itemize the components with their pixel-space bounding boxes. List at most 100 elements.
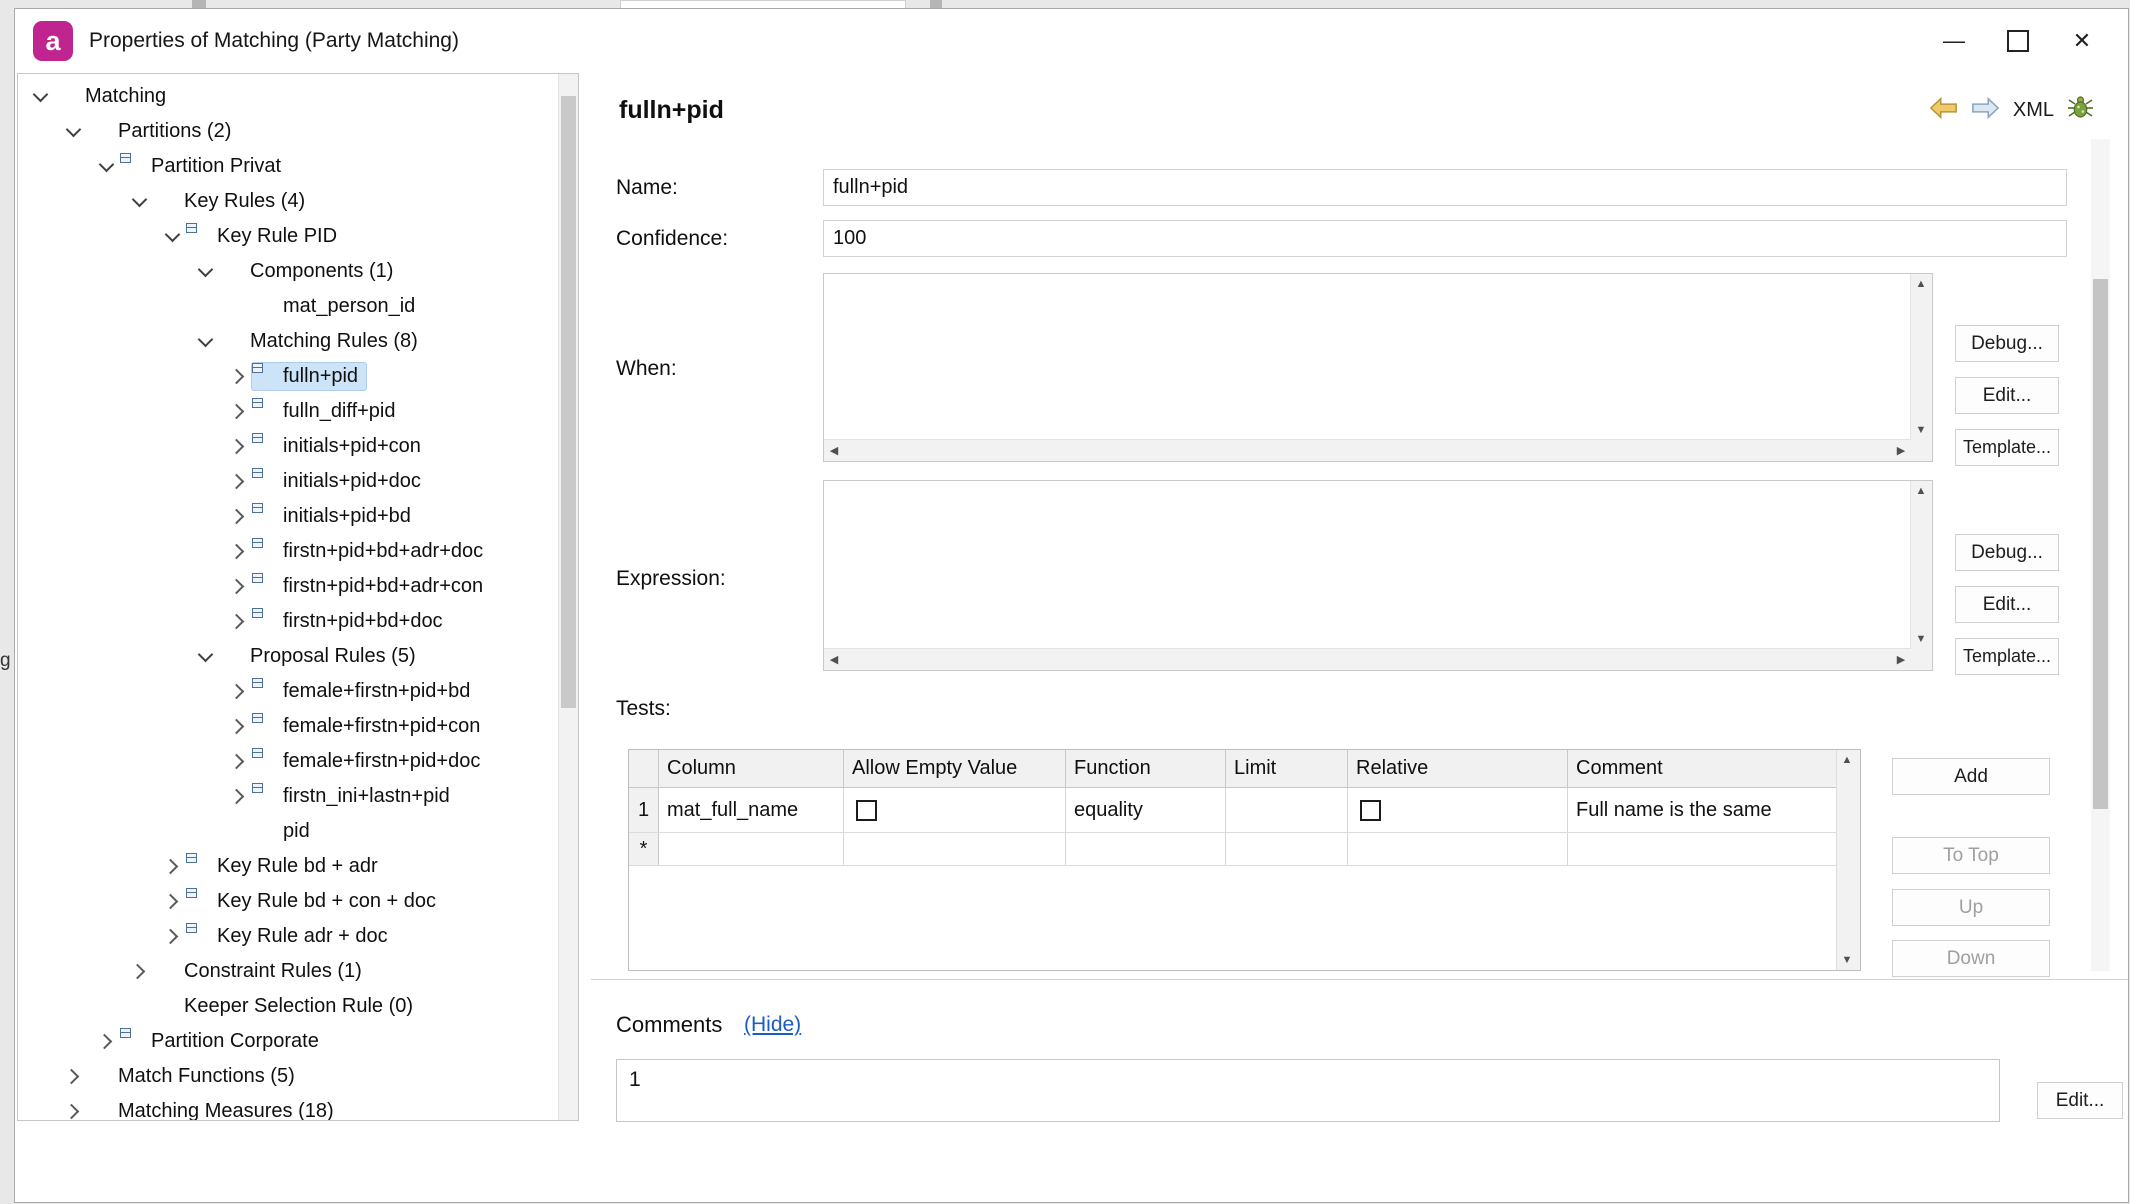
when-vertical-scrollbar[interactable]: ▲ ▼ — [1910, 274, 1932, 440]
tree-item[interactable]: Key Rules (4) — [18, 184, 558, 219]
chevron-right-icon[interactable] — [125, 958, 153, 986]
name-input[interactable] — [823, 169, 2067, 206]
down-button[interactable]: Down — [1892, 940, 2050, 977]
debug-bug-icon[interactable] — [2067, 95, 2094, 126]
chevron-right-icon[interactable] — [158, 853, 186, 881]
tree-item[interactable]: initials+pid+bd — [18, 499, 558, 534]
chevron-down-icon[interactable] — [191, 643, 219, 671]
tree-item[interactable]: Key Rule bd + con + doc — [18, 884, 558, 919]
back-arrow-icon[interactable] — [1929, 97, 1958, 124]
tree-item[interactable]: Proposal Rules (5) — [18, 639, 558, 674]
scroll-down-icon[interactable]: ▼ — [1911, 629, 1931, 649]
maximize-button[interactable] — [1986, 9, 2050, 73]
scroll-up-icon[interactable]: ▲ — [1837, 750, 1857, 770]
table-cell[interactable]: * — [629, 833, 659, 865]
expression-textarea[interactable]: ▲ ▼ ◀ ▶ — [823, 480, 1933, 671]
tree-item[interactable]: Key Rule adr + doc — [18, 919, 558, 954]
xml-view-button[interactable]: XML — [2013, 99, 2054, 122]
tree-item[interactable]: Partitions (2) — [18, 114, 558, 149]
chevron-down-icon[interactable] — [191, 258, 219, 286]
chevron-down-icon[interactable] — [158, 223, 186, 251]
tree-item[interactable]: Matching Rules (8) — [18, 324, 558, 359]
table-row[interactable]: 1mat_full_name equality Full name is the s… — [629, 788, 1837, 833]
tree-item[interactable]: female+firstn+pid+con — [18, 709, 558, 744]
chevron-down-icon[interactable] — [26, 83, 54, 111]
tree-item[interactable]: Partition Privat — [18, 149, 558, 184]
when-textarea[interactable]: ▲ ▼ ◀ ▶ — [823, 273, 1933, 462]
scroll-right-icon[interactable]: ▶ — [1891, 440, 1911, 460]
table-cell[interactable]: Full name is the same — [1568, 788, 1837, 832]
tree-vertical-scrollbar[interactable] — [558, 74, 578, 1120]
minimize-button[interactable]: — — [1922, 9, 1986, 73]
scroll-left-icon[interactable]: ◀ — [824, 440, 844, 460]
tree-item[interactable]: Partition Corporate — [18, 1024, 558, 1059]
tree-item[interactable]: firstn+pid+bd+adr+con — [18, 569, 558, 604]
tree-scrollbar-thumb[interactable] — [561, 96, 576, 708]
tree-item[interactable]: Matching — [18, 79, 558, 114]
when-debug-button[interactable]: Debug... — [1955, 325, 2059, 362]
table-cell[interactable] — [1568, 833, 1837, 865]
chevron-right-icon[interactable] — [224, 363, 252, 391]
chevron-right-icon[interactable] — [224, 608, 252, 636]
up-button[interactable]: Up — [1892, 889, 2050, 926]
comments-hide-link[interactable]: (Hide) — [744, 1013, 801, 1037]
chevron-right-icon[interactable] — [224, 713, 252, 741]
chevron-right-icon[interactable] — [59, 1098, 87, 1122]
expression-edit-button[interactable]: Edit... — [1955, 586, 2059, 623]
add-test-button[interactable]: Add — [1892, 758, 2050, 795]
tree-item[interactable]: Key Rule bd + adr — [18, 849, 558, 884]
table-cell[interactable] — [1226, 833, 1348, 865]
expression-vertical-scrollbar[interactable]: ▲ ▼ — [1910, 481, 1932, 649]
close-button[interactable]: ✕ — [2050, 9, 2114, 73]
chevron-right-icon[interactable] — [224, 538, 252, 566]
chevron-right-icon[interactable] — [224, 783, 252, 811]
tree-item[interactable]: firstn+pid+bd+adr+doc — [18, 534, 558, 569]
tree-item[interactable]: pid — [18, 814, 558, 849]
checkbox-cell[interactable] — [844, 833, 1066, 865]
tree-item[interactable]: initials+pid+doc — [18, 464, 558, 499]
tree-item[interactable]: Constraint Rules (1) — [18, 954, 558, 989]
tests-vertical-scrollbar[interactable]: ▲ ▼ — [1836, 750, 1860, 970]
comments-edit-button[interactable]: Edit... — [2037, 1082, 2123, 1119]
tree-item[interactable]: firstn+pid+bd+doc — [18, 604, 558, 639]
chevron-right-icon[interactable] — [224, 503, 252, 531]
checkbox-cell[interactable] — [1348, 788, 1568, 832]
confidence-input[interactable] — [823, 220, 2067, 257]
when-edit-button[interactable]: Edit... — [1955, 377, 2059, 414]
tree-item[interactable]: initials+pid+con — [18, 429, 558, 464]
tree-item[interactable]: firstn_ini+lastn+pid — [18, 779, 558, 814]
scroll-left-icon[interactable]: ◀ — [824, 649, 844, 669]
scroll-up-icon[interactable]: ▲ — [1911, 274, 1931, 294]
table-cell[interactable] — [659, 833, 844, 865]
expression-debug-button[interactable]: Debug... — [1955, 534, 2059, 571]
chevron-right-icon[interactable] — [224, 433, 252, 461]
table-row[interactable]: * — [629, 833, 1837, 866]
to-top-button[interactable]: To Top — [1892, 837, 2050, 874]
when-horizontal-scrollbar[interactable]: ◀ ▶ — [824, 439, 1911, 461]
chevron-right-icon[interactable] — [224, 398, 252, 426]
table-cell[interactable] — [1066, 833, 1226, 865]
when-template-button[interactable]: Template... — [1955, 429, 2059, 466]
table-cell[interactable] — [1226, 788, 1348, 832]
comments-textarea[interactable]: 1 — [616, 1059, 2000, 1122]
chevron-right-icon[interactable] — [158, 923, 186, 951]
tree-item[interactable]: female+firstn+pid+bd — [18, 674, 558, 709]
chevron-down-icon[interactable] — [92, 153, 120, 181]
table-cell[interactable]: equality — [1066, 788, 1226, 832]
checkbox-icon[interactable] — [856, 800, 877, 821]
table-cell[interactable]: 1 — [629, 788, 659, 832]
tree-item[interactable]: Key Rule PID — [18, 219, 558, 254]
checkbox-cell[interactable] — [1348, 833, 1568, 865]
chevron-right-icon[interactable] — [224, 678, 252, 706]
tree-item[interactable]: fulln_diff+pid — [18, 394, 558, 429]
tree-item[interactable]: fulln+pid — [18, 359, 558, 394]
tree-item[interactable]: Match Functions (5) — [18, 1059, 558, 1094]
table-cell[interactable]: mat_full_name — [659, 788, 844, 832]
scroll-right-icon[interactable]: ▶ — [1891, 649, 1911, 669]
expression-horizontal-scrollbar[interactable]: ◀ ▶ — [824, 648, 1911, 670]
scroll-down-icon[interactable]: ▼ — [1911, 420, 1931, 440]
scroll-down-icon[interactable]: ▼ — [1837, 950, 1857, 970]
chevron-down-icon[interactable] — [125, 188, 153, 216]
title-bar[interactable]: a Properties of Matching (Party Matching… — [15, 9, 2128, 73]
chevron-right-icon[interactable] — [224, 573, 252, 601]
